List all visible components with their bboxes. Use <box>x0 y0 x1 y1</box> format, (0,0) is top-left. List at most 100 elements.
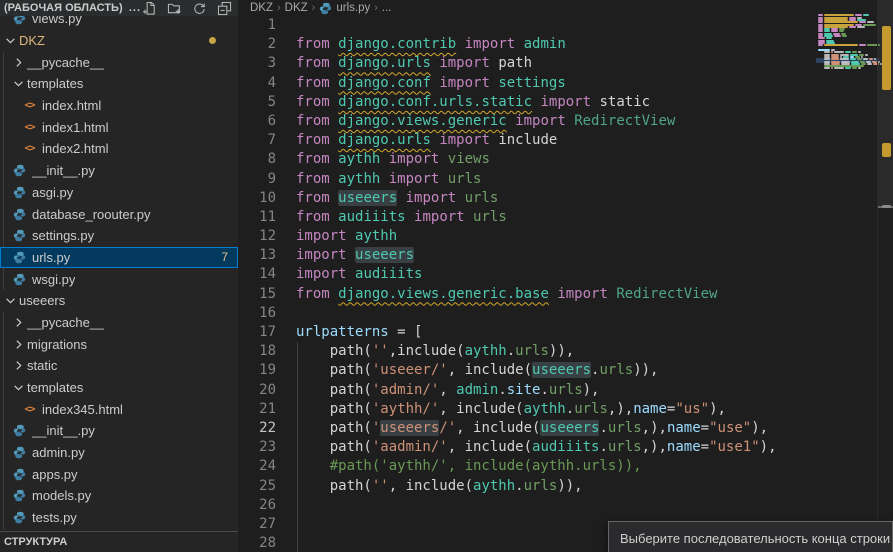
code-line[interactable]: 11from audiiits import urls <box>238 208 893 227</box>
tree-item--pycache-[interactable]: __pycache__ <box>0 51 238 73</box>
status-tooltip: Выберите последовательность конца строки <box>608 521 893 552</box>
tree-item-models-py[interactable]: models.py <box>0 485 238 507</box>
code-line[interactable]: 3from django.urls import path <box>238 54 893 73</box>
html-file-icon: <> <box>22 99 37 113</box>
code-line[interactable]: 7from django.urls import include <box>238 131 893 150</box>
code-line[interactable]: 5from django.conf.urls.static import sta… <box>238 93 893 112</box>
tree-item-migrations[interactable]: migrations <box>0 333 238 355</box>
code-line[interactable]: 6from django.views.generic import Redire… <box>238 112 893 131</box>
code-line[interactable]: 13import useeers <box>238 246 893 265</box>
breadcrumb-item[interactable]: DKZ <box>250 2 273 14</box>
code-text: path('',include(aythh.urls)), <box>296 343 574 359</box>
collapse-all-icon[interactable] <box>216 0 232 16</box>
breadcrumb-item[interactable]: ... <box>382 2 392 14</box>
tree-item-apps-py[interactable]: apps.py <box>0 463 238 485</box>
breadcrumb-item[interactable]: urls.py <box>336 2 370 14</box>
line-number: 24 <box>238 457 276 476</box>
code-line[interactable]: 25 path('', include(aythh.urls)), <box>238 477 893 496</box>
code-line[interactable]: 10from useeers import urls <box>238 189 893 208</box>
tree-item-settings-py[interactable]: settings.py <box>0 225 238 247</box>
tree-item-templates[interactable]: templates <box>0 73 238 95</box>
code-line[interactable]: 18 path('',include(aythh.urls)), <box>238 342 893 361</box>
tree-item-static[interactable]: static <box>0 355 238 377</box>
code-line[interactable]: 8from aythh import views <box>238 150 893 169</box>
python-file-icon <box>12 185 27 199</box>
code-line[interactable]: 24 #path('aythh/', include(aythh.urls)), <box>238 457 893 476</box>
line-number: 2 <box>238 35 276 54</box>
code-text: import useeers <box>296 247 414 263</box>
html-file-icon: <> <box>22 120 37 134</box>
code-line[interactable]: 1 <box>238 16 893 35</box>
tree-item-database-roouter-py[interactable]: database_roouter.py <box>0 203 238 225</box>
code-line[interactable]: 23 path('aadmin/', include(audiiits.urls… <box>238 438 893 457</box>
tree-item-admin-py[interactable]: admin.py <box>0 442 238 464</box>
code-line[interactable]: 21 path('aythh/', include(aythh.urls,),n… <box>238 400 893 419</box>
tree-item--init-py[interactable]: __init__.py <box>0 420 238 442</box>
outline-section-header[interactable]: СТРУКТУРА <box>0 531 238 552</box>
code-text: path('aadmin/', include(audiiits.urls,),… <box>296 439 777 455</box>
code-line[interactable]: 2 from django.contrib import admin <box>238 35 893 54</box>
tree-item-tests-py[interactable]: tests.py <box>0 507 238 529</box>
code-text: path('useeers/', include(useeers.urls,),… <box>296 420 768 436</box>
chevron-right-icon <box>12 360 24 372</box>
code-line[interactable]: 14import audiiits <box>238 265 893 284</box>
scrollbar-overview-ruler[interactable] <box>877 0 893 552</box>
python-file-icon <box>12 424 27 438</box>
python-file-icon <box>12 489 27 503</box>
code-text: from django.conf.urls.static import stat… <box>296 94 650 110</box>
tree-item--init-py[interactable]: __init__.py <box>0 160 238 182</box>
file-label: asgi.py <box>32 185 73 200</box>
overview-ruler-marker <box>882 143 891 157</box>
explorer-section-header: (РАБОЧАЯ ОБЛАСТЬ) ... ... <box>0 0 238 16</box>
tree-item-index-html[interactable]: <>index.html <box>0 95 238 117</box>
outline-title: СТРУКТУРА <box>4 536 67 548</box>
line-number: 15 <box>238 285 276 304</box>
code-text: from django.urls import path <box>296 55 532 71</box>
python-file-icon <box>12 272 27 286</box>
overview-ruler-marker <box>882 205 891 208</box>
python-file-icon <box>12 467 27 481</box>
file-label: templates <box>27 380 83 395</box>
code-text: path('admin/', admin.site.urls), <box>296 382 599 398</box>
tree-item-asgi-py[interactable]: asgi.py <box>0 182 238 204</box>
code-line[interactable]: 17urlpatterns = [ <box>238 323 893 342</box>
chevron-down-icon <box>4 35 16 47</box>
tree-item-wsgi-py[interactable]: wsgi.py <box>0 268 238 290</box>
line-number: 20 <box>238 381 276 400</box>
tree-item-urls-py[interactable]: urls.py7 <box>0 247 238 269</box>
python-file-icon <box>12 207 27 221</box>
breadcrumb: DKZ›DKZ›urls.py›... <box>238 0 893 16</box>
more-actions-button[interactable]: ... <box>129 2 141 14</box>
code-text: from django.urls import include <box>296 132 557 148</box>
vscode-window: views.pyDKZ__pycache__templates<>index.h… <box>0 0 893 552</box>
code-area[interactable]: 12 from django.contrib import admin 3from … <box>238 16 893 552</box>
tree-item-index2-html[interactable]: <>index2.html <box>0 138 238 160</box>
code-line[interactable]: 9from aythh import urls <box>238 170 893 189</box>
code-text: from django.contrib import admin <box>296 36 566 52</box>
tree-item-index1-html[interactable]: <>index1.html <box>0 116 238 138</box>
tree-item--pycache-[interactable]: __pycache__ <box>0 312 238 334</box>
code-line[interactable]: 22 path('useeers/', include(useeers.urls… <box>238 419 893 438</box>
file-label: models.py <box>32 488 91 503</box>
file-label: admin.py <box>32 445 85 460</box>
minimap[interactable] <box>818 12 877 92</box>
tree-item-useeers[interactable]: useeers <box>0 290 238 312</box>
code-line[interactable]: 12import aythh <box>238 227 893 246</box>
code-line[interactable]: 16 <box>238 304 893 323</box>
breadcrumb-item[interactable]: DKZ <box>285 2 308 14</box>
code-line[interactable]: 15from django.views.generic.base import … <box>238 285 893 304</box>
file-label: useeers <box>19 293 65 308</box>
tree-item-index345-html[interactable]: <>index345.html <box>0 398 238 420</box>
code-line[interactable]: 4from django.conf import settings <box>238 74 893 93</box>
refresh-icon[interactable] <box>191 0 207 16</box>
code-line[interactable]: 26 <box>238 496 893 515</box>
line-number: 10 <box>238 189 276 208</box>
tree-item-templates[interactable]: templates <box>0 377 238 399</box>
new-folder-icon[interactable] <box>166 0 182 16</box>
new-file-icon[interactable] <box>141 0 157 16</box>
code-line[interactable]: 19 path('useeer/', include(useeers.urls)… <box>238 361 893 380</box>
file-label: index2.html <box>42 141 108 156</box>
code-line[interactable]: 20 path('admin/', admin.site.urls), <box>238 381 893 400</box>
tree-item-dkz[interactable]: DKZ <box>0 30 238 52</box>
code-text: path('useeer/', include(useeers.urls)), <box>296 362 658 378</box>
